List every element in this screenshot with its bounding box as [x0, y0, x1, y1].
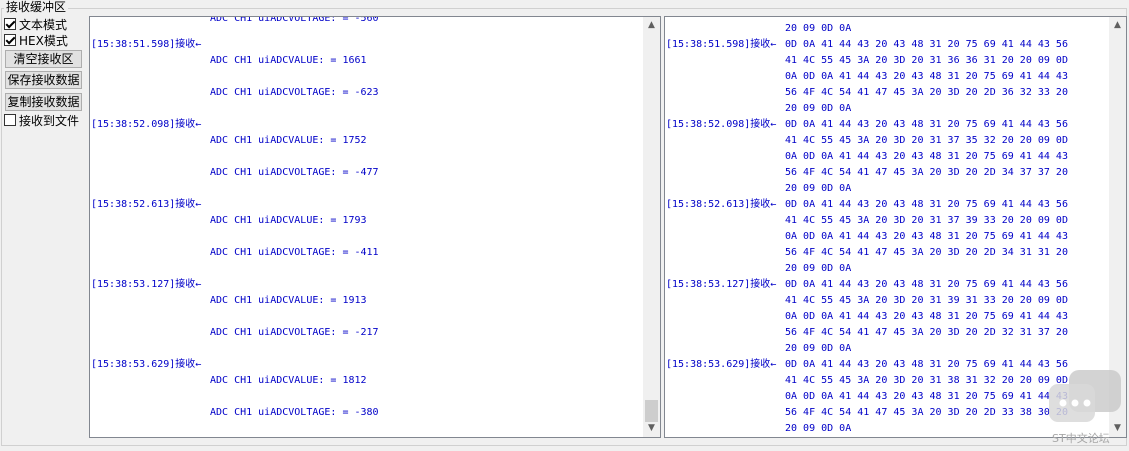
hex-line-partial: 0D 0A 0D 0A 41 44 43 20 43 48 31 20 75 6… — [785, 17, 1104, 19]
text-mode-label: 文本模式 — [19, 17, 68, 32]
hex-data-line: 41 4C 55 45 3A 20 3D 20 31 37 35 32 20 2… — [785, 135, 1068, 146]
hex-data-line: 0A 0D 0A 41 44 43 20 43 48 31 20 75 69 4… — [785, 231, 1068, 242]
hex-data-line: 0A 0D 0A 41 44 43 20 43 48 31 20 75 69 4… — [785, 391, 1068, 402]
hex-entry-header: [15:38:51.598]接收← — [666, 39, 777, 50]
text-receive-pane[interactable]: ADC CH1 uiADCVOLTAGE: = -560 [15:38:51.59… — [89, 16, 661, 438]
hex-data-line: 20 09 0D 0A — [785, 423, 852, 434]
hex-data-line: 0D 0A 41 44 43 20 43 48 31 20 75 69 41 4… — [785, 39, 1068, 50]
text-receive-content: ADC CH1 uiADCVOLTAGE: = -560 [15:38:51.59… — [90, 17, 643, 437]
forum-watermark: ST中文论坛 — [1052, 432, 1110, 445]
hex-data-line: 0D 0A 41 44 43 20 43 48 31 20 75 69 41 4… — [785, 119, 1068, 130]
scroll-up-icon[interactable]: ▲ — [643, 17, 660, 34]
save-receive-data-button[interactable]: 保存接收数据 — [5, 71, 82, 89]
log-entry-header: [15:38:52.613]接收← — [91, 199, 202, 210]
hex-mode-check-icon[interactable] — [4, 34, 16, 46]
hex-data-line: 20 09 0D 0A — [785, 263, 852, 274]
hex-data-line: 0A 0D 0A 41 44 43 20 43 48 31 20 75 69 4… — [785, 71, 1068, 82]
hex-data-line: 41 4C 55 45 3A 20 3D 20 31 38 31 32 20 2… — [785, 375, 1068, 386]
scroll-up-icon[interactable]: ▲ — [1109, 17, 1126, 34]
receive-to-file-checkbox[interactable]: 接收到文件 — [4, 112, 79, 128]
adc-voltage-line: ADC CH1 uiADCVOLTAGE: = -217 — [210, 327, 379, 338]
receive-to-file-label: 接收到文件 — [19, 113, 80, 128]
hex-data-line: 0D 0A 41 44 43 20 43 48 31 20 75 69 41 4… — [785, 279, 1068, 290]
hex-entry-header: [15:38:52.613]接收← — [666, 199, 777, 210]
hex-entry-header: [15:38:53.127]接收← — [666, 279, 777, 290]
adc-voltage-line: ADC CH1 uiADCVOLTAGE: = -477 — [210, 167, 379, 178]
hex-entry-header: [15:38:53.629]接收← — [666, 359, 777, 370]
hex-data-line: 56 4F 4C 54 41 47 45 3A 20 3D 20 2D 34 3… — [785, 167, 1068, 178]
receive-buffer-title: 接收缓冲区 — [4, 0, 69, 14]
clear-receive-button[interactable]: 清空接收区 — [5, 50, 82, 68]
text-pane-scroll-thumb[interactable] — [645, 400, 658, 422]
hex-data-line: 0A 0D 0A 41 44 43 20 43 48 31 20 75 69 4… — [785, 311, 1068, 322]
log-entry-header: [15:38:51.598]接收← — [91, 39, 202, 50]
adc-voltage-line: ADC CH1 uiADCVOLTAGE: = -623 — [210, 87, 379, 98]
scroll-down-icon[interactable]: ▼ — [643, 420, 660, 437]
hex-line-partial: 20 09 0D 0A — [785, 23, 852, 34]
log-entry-header: [15:38:53.629]接收← — [91, 359, 202, 370]
hex-data-line: 0D 0A 41 44 43 20 43 48 31 20 75 69 41 4… — [785, 359, 1068, 370]
text-mode-checkbox[interactable]: 文本模式 — [4, 16, 67, 32]
hex-receive-content: 0D 0A 0D 0A 41 44 43 20 43 48 31 20 75 6… — [665, 17, 1109, 437]
hex-data-line: 56 4F 4C 54 41 47 45 3A 20 3D 20 2D 32 3… — [785, 327, 1068, 338]
adc-value-line: ADC CH1 uiADCVALUE: = 1913 — [210, 295, 367, 306]
text-pane-scrollbar[interactable]: ▲ ▼ — [643, 17, 660, 437]
hex-data-line: 56 4F 4C 54 41 47 45 3A 20 3D 20 2D 36 3… — [785, 87, 1068, 98]
hex-mode-label: HEX模式 — [19, 33, 68, 48]
receive-to-file-check-icon[interactable] — [4, 114, 16, 126]
copy-receive-data-button[interactable]: 复制接收数据 — [5, 93, 82, 111]
hex-data-line: 56 4F 4C 54 41 47 45 3A 20 3D 20 2D 34 3… — [785, 247, 1068, 258]
hex-data-line: 20 09 0D 0A — [785, 103, 852, 114]
hex-data-line: 20 09 0D 0A — [785, 183, 852, 194]
adc-voltage-line: ADC CH1 uiADCVOLTAGE: = -411 — [210, 247, 379, 258]
hex-data-line: 56 4F 4C 54 41 47 45 3A 20 3D 20 2D 33 3… — [785, 407, 1068, 418]
adc-voltage-line: ADC CH1 uiADCVOLTAGE: = -380 — [210, 407, 379, 418]
hex-data-line: 0D 0A 41 44 43 20 43 48 31 20 75 69 41 4… — [785, 199, 1068, 210]
hex-entry-header: [15:38:52.098]接收← — [666, 119, 777, 130]
adc-value-line: ADC CH1 uiADCVALUE: = 1812 — [210, 375, 367, 386]
log-entry-header: [15:38:52.098]接收← — [91, 119, 202, 130]
adc-value-line: ADC CH1 uiADCVALUE: = 1752 — [210, 135, 367, 146]
log-line-partial: ADC CH1 uiADCVOLTAGE: = -560 — [210, 17, 379, 24]
adc-value-line: ADC CH1 uiADCVALUE: = 1793 — [210, 215, 367, 226]
hex-data-line: 41 4C 55 45 3A 20 3D 20 31 36 36 31 20 2… — [785, 55, 1068, 66]
log-entry-header: [15:38:53.127]接收← — [91, 279, 202, 290]
hex-data-line: 41 4C 55 45 3A 20 3D 20 31 37 39 33 20 2… — [785, 215, 1068, 226]
text-mode-check-icon[interactable] — [4, 18, 16, 30]
adc-value-line: ADC CH1 uiADCVALUE: = 1661 — [210, 55, 367, 66]
hex-data-line: 20 09 0D 0A — [785, 343, 852, 354]
hex-data-line: 41 4C 55 45 3A 20 3D 20 31 39 31 33 20 2… — [785, 295, 1068, 306]
hex-data-line: 0A 0D 0A 41 44 43 20 43 48 31 20 75 69 4… — [785, 151, 1068, 162]
hex-mode-checkbox[interactable]: HEX模式 — [4, 32, 68, 48]
